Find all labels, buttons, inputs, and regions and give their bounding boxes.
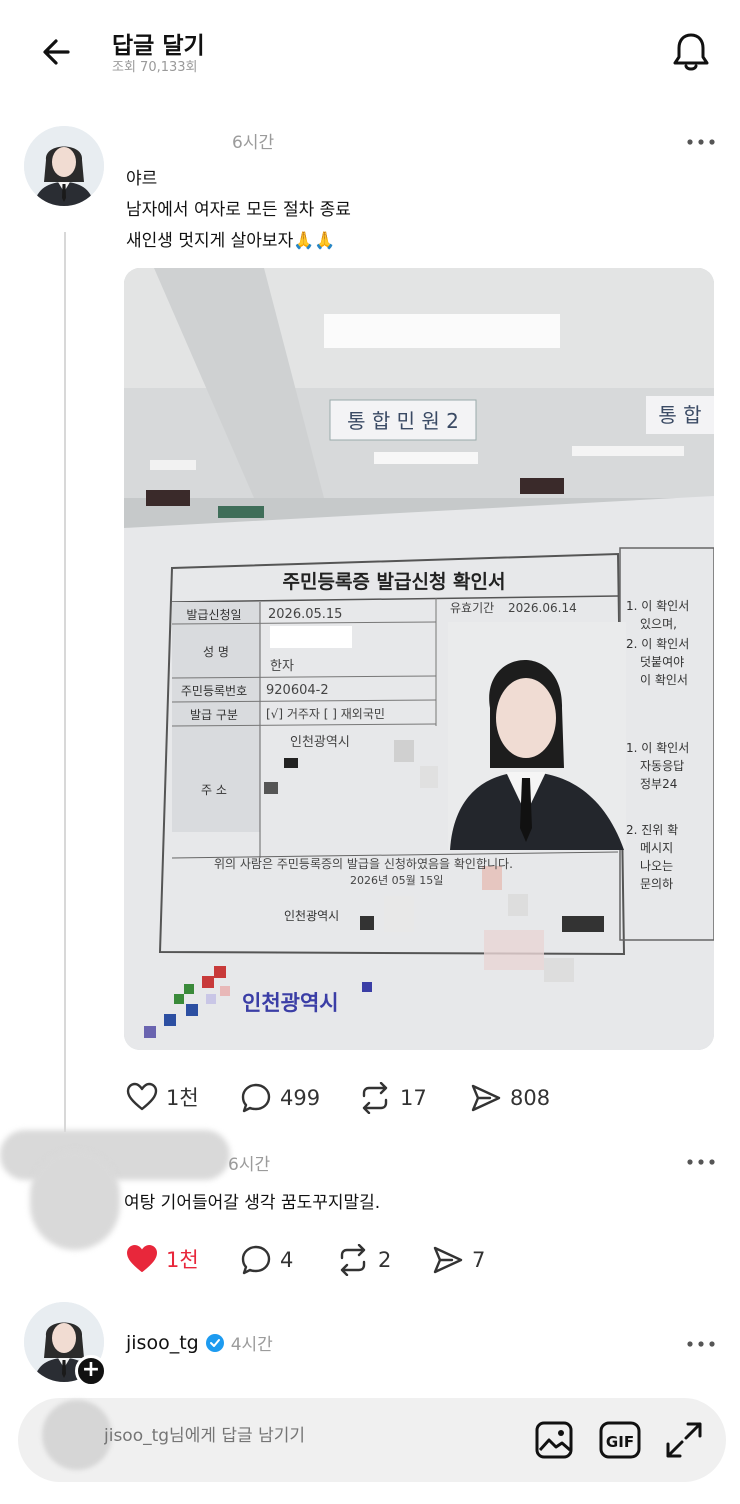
username[interactable]: jisoo_tg <box>126 1332 199 1354</box>
sign-left: 통 합 민 원 2 <box>347 409 459 433</box>
expand-icon[interactable] <box>664 1420 704 1460</box>
page-title: 답글 달기 <box>112 33 205 59</box>
side-note: 1. 이 확인서 <box>626 599 689 613</box>
post-line: 새인생 멋지게 살아보자🙏🙏 <box>126 231 336 251</box>
validity-value: 2026.06.14 <box>508 601 577 615</box>
reply-like-count: 1천 <box>166 1248 199 1272</box>
send-icon <box>471 1084 501 1112</box>
like-count: 1천 <box>166 1086 199 1110</box>
reply-share-button[interactable]: 7 <box>432 1244 485 1276</box>
side-note: 1. 이 확인서 <box>626 741 689 755</box>
side-note: 나오는 <box>640 859 673 873</box>
post-time: 6시간 <box>232 133 275 153</box>
compose-author: jisoo_tg 4시간 <box>126 1330 273 1356</box>
comment-count: 499 <box>280 1086 321 1110</box>
reply-time: 6시간 <box>228 1155 271 1175</box>
heart-filled-icon <box>127 1245 157 1272</box>
row-value: 한자 <box>270 659 294 674</box>
comment-bubble-icon <box>241 1083 271 1113</box>
compose-time: 4시간 <box>230 1335 273 1355</box>
side-note: 메시지 <box>640 841 673 855</box>
repost-count: 17 <box>400 1086 427 1110</box>
row-value: 2026.05.15 <box>268 607 342 622</box>
share-button[interactable]: 808 <box>470 1082 550 1114</box>
repost-icon <box>362 1082 388 1114</box>
top-bar: 답글 달기 조회 70,133회 <box>0 0 740 100</box>
side-note: 자동응답 <box>640 759 684 773</box>
side-note: 있으며, <box>640 617 677 631</box>
share-count: 808 <box>510 1086 551 1110</box>
reply-composer: GIF <box>18 1398 726 1482</box>
row-value: 920604-2 <box>266 683 329 698</box>
reply-comment-count: 4 <box>280 1248 294 1272</box>
footer-date: 2026년 05월 15일 <box>350 873 443 887</box>
repost-icon <box>340 1244 366 1276</box>
footer-city: 인천광역시 <box>284 908 339 923</box>
logo-text: 인천광역시 <box>242 991 339 1015</box>
more-options-icon[interactable] <box>686 137 716 147</box>
gif-icon[interactable]: GIF <box>598 1420 642 1460</box>
send-icon <box>433 1246 463 1274</box>
reply-comment-button[interactable]: 4 <box>240 1244 293 1276</box>
post-body: 야르 남자에서 여자로 모든 절차 종료 새인생 멋지게 살아보자🙏🙏 <box>126 164 351 257</box>
row-value: [√] 거주자 [ ] 재외국민 <box>266 707 385 721</box>
doc-title: 주민등록증 발급신청 확인서 <box>283 570 506 593</box>
side-note: 문의하 <box>640 877 673 891</box>
view-count: 조회 70,133회 <box>112 60 198 75</box>
reply-input[interactable] <box>104 1426 434 1446</box>
row-value: 인천광역시 <box>290 735 350 750</box>
back-arrow-icon[interactable] <box>38 32 78 72</box>
image-attach-icon[interactable] <box>534 1420 574 1460</box>
redacted-avatar <box>30 1150 120 1250</box>
bell-icon[interactable] <box>670 30 712 74</box>
row-label: 발급신청일 <box>186 608 241 622</box>
validity-label: 유효기간 <box>450 601 494 615</box>
side-note: 덧붙여야 <box>640 655 684 669</box>
row-label: 성 명 <box>203 645 229 659</box>
more-options-icon[interactable] <box>686 1339 716 1349</box>
redacted-avatar <box>42 1400 112 1470</box>
sign-right: 통 합 <box>658 403 701 427</box>
reply-share-count: 7 <box>472 1248 486 1272</box>
verified-badge-icon <box>205 1333 224 1352</box>
row-label: 주 소 <box>201 783 227 797</box>
reply-body: 여탕 기어들어갈 생각 꿈도꾸지말길. <box>124 1193 381 1213</box>
heart-icon <box>126 1082 158 1111</box>
row-label: 주민등록번호 <box>181 684 247 698</box>
side-note: 이 확인서 <box>640 673 688 687</box>
more-options-icon[interactable] <box>686 1157 716 1167</box>
row-label: 발급 구분 <box>190 708 238 722</box>
reply-repost-count: 2 <box>378 1248 392 1272</box>
comment-bubble-icon <box>241 1245 271 1275</box>
footer-sentence: 위의 사람은 주민등록증의 발급을 신청하였음을 확인합니다. <box>214 857 513 871</box>
post-line: 야르 <box>126 169 158 189</box>
follow-plus-icon[interactable]: + <box>75 1355 107 1387</box>
like-button[interactable]: 1천 <box>126 1082 199 1112</box>
svg-text:GIF: GIF <box>606 1433 634 1451</box>
reply-like-button[interactable]: 1천 <box>126 1244 199 1274</box>
repost-button[interactable]: 17 <box>358 1082 427 1114</box>
comment-button[interactable]: 499 <box>240 1082 320 1114</box>
side-note: 정부24 <box>640 777 677 791</box>
reply-repost-button[interactable]: 2 <box>336 1244 391 1276</box>
post-line: 남자에서 여자로 모든 절차 종료 <box>126 200 351 220</box>
side-note: 2. 이 확인서 <box>626 637 689 651</box>
photo-content: 통 합 민 원 2 통 합 주민등록증 발급신청 확인서 발급신청일 2026.… <box>124 268 714 1050</box>
thread-line <box>64 232 66 1132</box>
post-author-avatar[interactable] <box>24 126 104 206</box>
post-photo[interactable]: 통 합 민 원 2 통 합 주민등록증 발급신청 확인서 발급신청일 2026.… <box>124 268 714 1050</box>
side-note: 2. 진위 확 <box>626 823 678 837</box>
